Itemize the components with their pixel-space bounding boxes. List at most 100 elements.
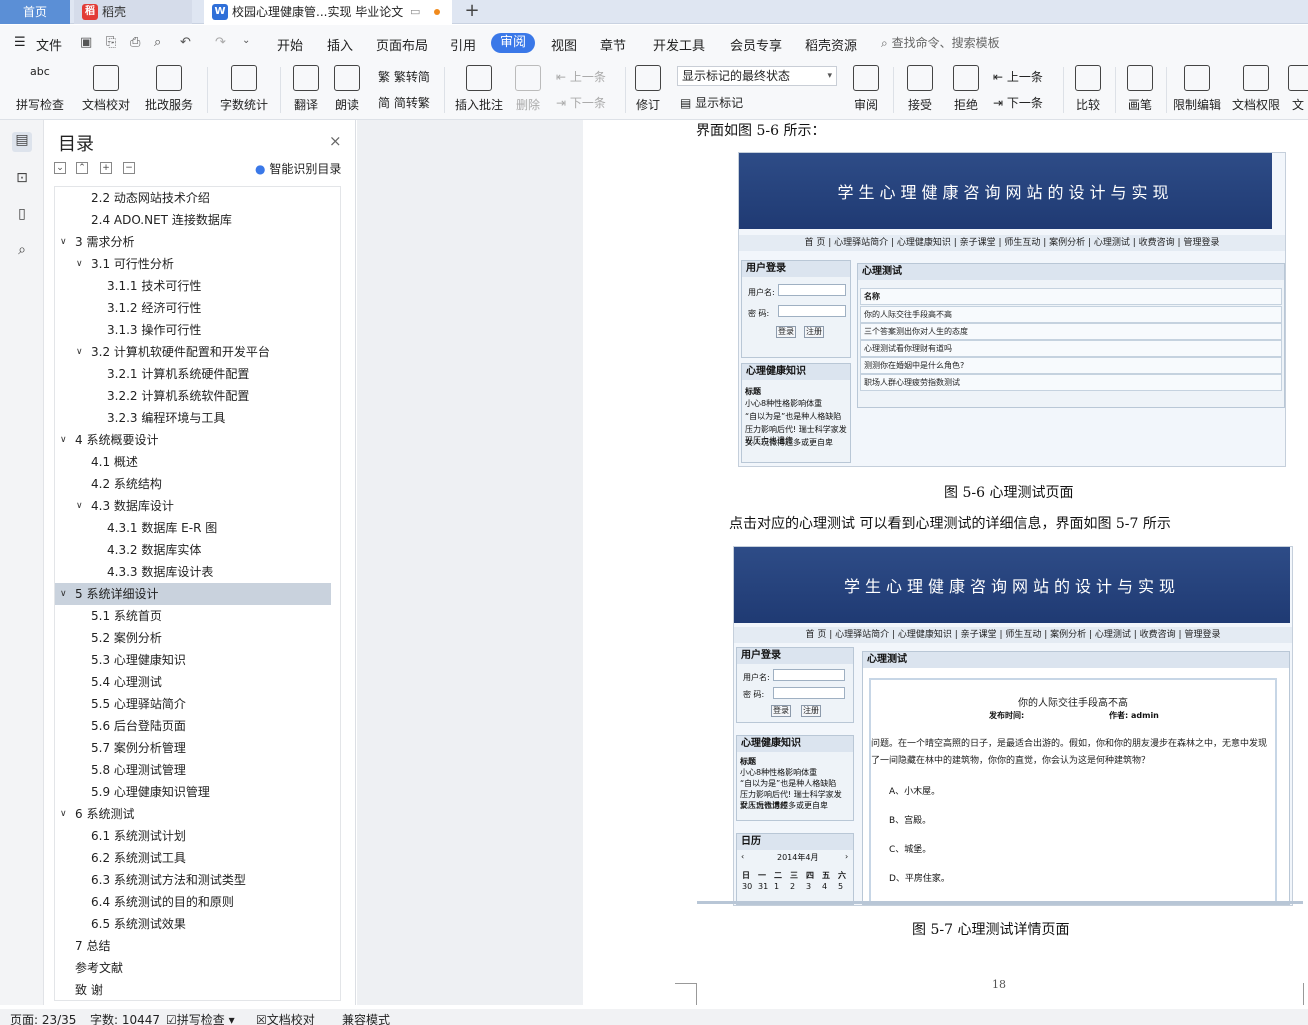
translate-button[interactable]: 翻译 <box>286 59 326 120</box>
menu-file[interactable]: 文件 <box>36 35 62 54</box>
word-count-indicator[interactable]: 字数: 10447 <box>90 1012 160 1025</box>
remove-heading-icon[interactable]: − <box>123 162 135 174</box>
smart-toc-button[interactable]: ● 智能识别目录 <box>255 160 341 177</box>
toc-item[interactable]: ∨ 3.1 可行性分析 <box>55 253 331 275</box>
toc-item[interactable]: 5.3 心理健康知识 <box>55 649 331 671</box>
restrict-edit-button[interactable]: 限制编辑 <box>1170 59 1224 120</box>
word-count-button[interactable]: 字数统计 <box>216 59 272 120</box>
window-icon[interactable]: ▭ <box>410 0 420 24</box>
doc-check-button[interactable]: 文档校对 <box>78 59 134 120</box>
menu-daoke[interactable]: 稻壳资源 <box>805 35 857 54</box>
search-icon[interactable]: ⌕ <box>12 242 32 262</box>
export-icon[interactable]: ⎘ <box>106 35 116 50</box>
tab-document[interactable]: W 校园心理健康管...实现 毕业论文 ▭ <box>204 0 452 24</box>
toc-item[interactable]: 4.3.2 数据库实体 <box>55 539 331 561</box>
toc-item[interactable]: 4.3.3 数据库设计表 <box>55 561 331 583</box>
toc-item[interactable]: ∨ 4.3 数据库设计 <box>55 495 331 517</box>
menu-view[interactable]: 视图 <box>551 35 577 54</box>
toc-item[interactable]: ∨ 6 系统测试 <box>55 803 331 825</box>
navigation-icon[interactable]: ⊡ <box>12 170 32 190</box>
menu-member[interactable]: 会员专享 <box>730 35 782 54</box>
pen-button[interactable]: 画笔 <box>1122 59 1158 120</box>
menu-insert[interactable]: 插入 <box>327 35 353 54</box>
bookmark-icon[interactable]: ▯ <box>12 206 32 226</box>
chevron-down-icon[interactable]: ∨ <box>76 495 83 517</box>
toc-item[interactable]: 3.2.3 编程环境与工具 <box>55 407 331 429</box>
toc-item[interactable]: ∨ 3.2 计算机软硬件配置和开发平台 <box>55 341 331 363</box>
close-icon[interactable]: × <box>329 132 342 150</box>
add-heading-icon[interactable]: + <box>100 162 112 174</box>
collapse-all-icon[interactable]: ⌃ <box>76 162 88 174</box>
status-doccheck[interactable]: ☒文档校对 <box>256 1012 315 1025</box>
toc-item[interactable]: 3.1.1 技术可行性 <box>55 275 331 297</box>
menu-start[interactable]: 开始 <box>277 35 303 54</box>
prev-change-button[interactable]: ⇤ 上一条 <box>993 68 1043 85</box>
next-comment-button[interactable]: ⇥ 下一条 <box>556 94 606 111</box>
toc-item[interactable]: 4.3.1 数据库 E-R 图 <box>55 517 331 539</box>
simp-to-trad-button[interactable]: 简 简转繁 <box>378 94 430 111</box>
toc-item[interactable]: 5.6 后台登陆页面 <box>55 715 331 737</box>
tab-daoke[interactable]: 稻 稻壳 <box>74 0 192 24</box>
new-tab-button[interactable]: + <box>462 0 482 24</box>
track-changes-button[interactable]: 修订 <box>630 59 666 120</box>
page-indicator[interactable]: 页面: 23/35 <box>10 1012 76 1025</box>
chevron-down-icon[interactable]: ∨ <box>60 803 67 825</box>
toc-panel-icon[interactable]: ▤ <box>12 132 32 152</box>
status-spellcheck[interactable]: ☑拼写检查 ▾ <box>166 1012 235 1025</box>
toc-item[interactable]: 5.2 案例分析 <box>55 627 331 649</box>
insert-comment-button[interactable]: 插入批注 <box>452 59 506 120</box>
batch-service-button[interactable]: 批改服务 <box>138 59 200 120</box>
toc-item[interactable]: 6.1 系统测试计划 <box>55 825 331 847</box>
toc-item[interactable]: ∨ 4 系统概要设计 <box>55 429 331 451</box>
toc-item[interactable]: 4.1 概述 <box>55 451 331 473</box>
toc-item[interactable]: 2.2 动态网站技术介绍 <box>55 187 331 209</box>
toc-item[interactable]: 6.4 系统测试的目的和原则 <box>55 891 331 913</box>
preview-icon[interactable]: ⌕ <box>154 35 161 50</box>
chevron-down-icon[interactable]: ∨ <box>76 341 83 363</box>
reject-button[interactable]: 拒绝 <box>946 59 986 120</box>
review-pane-button[interactable]: 审阅 <box>846 59 886 120</box>
toc-item[interactable]: 6.2 系统测试工具 <box>55 847 331 869</box>
toc-item[interactable]: ∨ 3 需求分析 <box>55 231 331 253</box>
spellcheck-button[interactable]: abc 拼写检查 <box>8 59 72 120</box>
quick-more-icon[interactable]: ⌄ <box>242 35 250 46</box>
toc-item[interactable]: 5.8 心理测试管理 <box>55 759 331 781</box>
trad-to-simp-button[interactable]: 繁 繁转简 <box>378 68 430 85</box>
menu-layout[interactable]: 页面布局 <box>376 35 428 54</box>
toc-item[interactable]: 3.2.2 计算机系统软件配置 <box>55 385 331 407</box>
toc-item[interactable]: 参考文献 <box>55 957 331 979</box>
tab-home[interactable]: 首页 <box>0 0 70 24</box>
delete-comment-button[interactable]: 删除 <box>510 59 546 120</box>
toc-item[interactable]: 3.2.1 计算机系统硬件配置 <box>55 363 331 385</box>
chevron-down-icon[interactable]: ∨ <box>60 429 67 451</box>
toc-item[interactable]: 5.1 系统首页 <box>55 605 331 627</box>
toc-item[interactable]: 6.5 系统测试效果 <box>55 913 331 935</box>
menu-review[interactable]: 审阅 <box>491 33 535 53</box>
toc-item[interactable]: 5.5 心理驿站简介 <box>55 693 331 715</box>
toc-item[interactable]: 3.1.3 操作可行性 <box>55 319 331 341</box>
accept-button[interactable]: 接受 <box>900 59 940 120</box>
expand-all-icon[interactable]: ⌄ <box>54 162 66 174</box>
chevron-down-icon[interactable]: ∨ <box>60 583 67 605</box>
toc-item[interactable]: 致 谢 <box>55 979 331 1000</box>
chevron-down-icon[interactable]: ∨ <box>60 231 67 253</box>
print-icon[interactable]: ⎙ <box>130 35 140 50</box>
read-aloud-button[interactable]: 朗读 <box>330 59 364 120</box>
menu-section[interactable]: 章节 <box>600 35 626 54</box>
command-search[interactable]: ⌕ 查找命令、搜索模板 <box>881 34 1000 51</box>
toc-item[interactable]: 3.1.2 经济可行性 <box>55 297 331 319</box>
menu-icon[interactable]: ☰ <box>14 35 26 50</box>
menu-reference[interactable]: 引用 <box>450 35 476 54</box>
next-change-button[interactable]: ⇥ 下一条 <box>993 94 1043 111</box>
prev-comment-button[interactable]: ⇤ 上一条 <box>556 68 606 85</box>
compare-button[interactable]: 比较 <box>1068 59 1108 120</box>
toc-item[interactable]: 2.4 ADO.NET 连接数据库 <box>55 209 331 231</box>
redo-icon[interactable]: ↷ <box>215 35 226 50</box>
toc-item[interactable]: 4.2 系统结构 <box>55 473 331 495</box>
toc-item[interactable]: 6.3 系统测试方法和测试类型 <box>55 869 331 891</box>
markup-state-select[interactable]: 显示标记的最终状态 ▾ <box>677 66 837 86</box>
save-icon[interactable]: ▣ <box>80 35 92 50</box>
show-markup-button[interactable]: ▤ 显示标记 <box>680 94 743 111</box>
undo-icon[interactable]: ↶ <box>180 35 191 50</box>
toc-item[interactable]: 7 总结 <box>55 935 331 957</box>
